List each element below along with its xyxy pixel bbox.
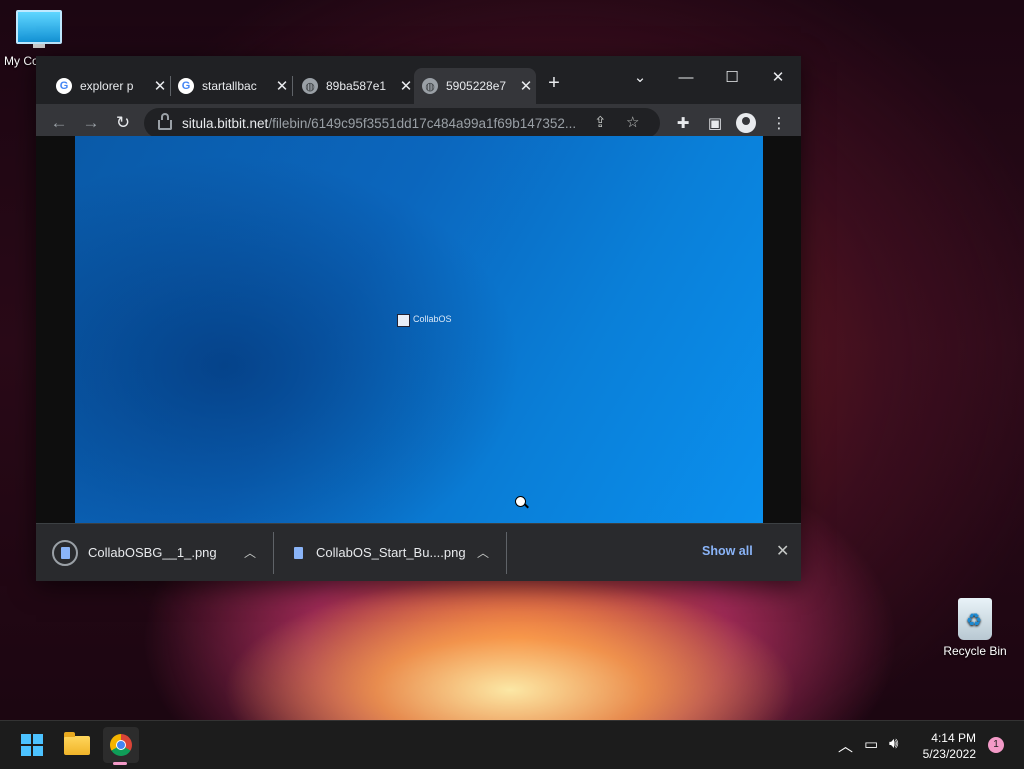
volume-icon[interactable]: 🔊︎ xyxy=(889,735,898,752)
download-item[interactable]: CollabOS_Start_Bu....png xyxy=(290,524,466,581)
url-host: situla.bitbit.net xyxy=(182,115,269,131)
reload-button[interactable]: ↻ xyxy=(110,110,136,136)
maximize-button[interactable]: ☐ xyxy=(709,62,755,92)
desktop-icon-label: Recycle Bin xyxy=(943,644,1007,658)
chevron-up-icon[interactable]: ︿ xyxy=(477,544,489,561)
tab-title: 89ba587e1 xyxy=(326,79,387,93)
tab-separator xyxy=(292,76,293,96)
lock-icon[interactable] xyxy=(158,113,172,130)
tab-startallback[interactable]: G startallbac ✕ xyxy=(170,68,292,104)
zoom-in-cursor-icon xyxy=(515,496,526,507)
recycle-bin-icon: ♻ xyxy=(958,598,992,640)
tab-5905228e7[interactable]: ◍ 5905228e7 ✕ xyxy=(414,68,536,104)
google-icon: G xyxy=(56,78,72,94)
google-icon: G xyxy=(178,78,194,94)
chevron-up-icon[interactable]: ︿ xyxy=(244,544,256,561)
close-icon[interactable]: ✕ xyxy=(776,541,789,561)
start-button[interactable] xyxy=(14,727,50,763)
extensions-icon[interactable]: ✚ xyxy=(672,112,694,134)
tab-close-icon[interactable]: ✕ xyxy=(396,77,416,95)
chrome-icon xyxy=(110,734,132,756)
page-viewport: CollabOS xyxy=(36,136,801,523)
tab-close-icon[interactable]: ✕ xyxy=(272,77,292,95)
start-icon xyxy=(21,734,43,756)
download-filename: CollabOSBG__1_.png xyxy=(88,545,217,560)
file-icon xyxy=(290,542,306,564)
download-filename: CollabOS_Start_Bu....png xyxy=(316,545,466,560)
tab-close-icon[interactable]: ✕ xyxy=(150,77,170,95)
active-app-indicator xyxy=(113,762,127,765)
tab-strip: G explorer p ✕ G startallbac ✕ ◍ 89ba587… xyxy=(36,56,801,104)
divider xyxy=(273,532,274,574)
close-button[interactable]: ✕ xyxy=(755,62,801,92)
tab-search-button[interactable]: ⌄ xyxy=(617,62,663,92)
tab-explorer[interactable]: G explorer p ✕ xyxy=(48,68,170,104)
side-panel-icon[interactable]: ▣ xyxy=(704,112,726,134)
file-icon xyxy=(52,539,78,566)
collabos-icon xyxy=(397,314,410,327)
file-explorer-button[interactable] xyxy=(59,727,95,763)
file-explorer-icon xyxy=(64,731,90,755)
downloads-bar: CollabOSBG__1_.png ︿ CollabOS_Start_Bu..… xyxy=(36,523,801,581)
time: 4:14 PM xyxy=(931,731,976,745)
minimize-button[interactable]: — xyxy=(663,62,709,92)
clock[interactable]: 4:14 PM 5/23/2022 xyxy=(914,730,976,762)
url-path: /filebin/6149c95f3551dd17c484a99a1f69b14… xyxy=(268,115,577,131)
date: 5/23/2022 xyxy=(922,747,976,761)
forward-button[interactable]: → xyxy=(78,110,104,136)
divider xyxy=(506,532,507,574)
tab-close-icon[interactable]: ✕ xyxy=(516,77,536,95)
taskbar: ︿ ▭ 🔊︎ 4:14 PM 5/23/2022 1 xyxy=(0,720,1024,769)
download-item[interactable]: CollabOSBG__1_.png xyxy=(52,524,217,581)
tab-89ba587e1[interactable]: ◍ 89ba587e1 ✕ xyxy=(294,68,416,104)
desktop-icon-recycle-bin[interactable]: ♻ Recycle Bin xyxy=(940,598,1010,658)
menu-kebab-icon[interactable]: ⋮ xyxy=(768,112,790,134)
browser-window: G explorer p ✕ G startallbac ✕ ◍ 89ba587… xyxy=(36,56,801,581)
tab-title: explorer p xyxy=(80,79,134,93)
back-button[interactable]: ← xyxy=(46,110,72,136)
share-icon[interactable]: ⇪ xyxy=(594,113,607,131)
show-all-button[interactable]: Show all xyxy=(702,544,753,558)
collabos-label: CollabOS xyxy=(413,314,452,324)
viewed-image[interactable]: CollabOS xyxy=(75,136,763,523)
bookmark-star-icon[interactable]: ☆ xyxy=(626,113,639,131)
tab-title: startallbac xyxy=(202,79,257,93)
chrome-taskbar-button[interactable] xyxy=(103,727,139,763)
address-bar[interactable]: situla.bitbit.net /filebin/6149c95f3551d… xyxy=(144,108,660,138)
network-icon[interactable]: ▭ xyxy=(864,735,878,753)
chevron-up-icon[interactable]: ︿ xyxy=(838,735,853,756)
notification-badge[interactable]: 1 xyxy=(988,737,1004,753)
profile-avatar-icon[interactable] xyxy=(736,113,756,133)
new-tab-button[interactable]: + xyxy=(542,72,566,95)
globe-icon: ◍ xyxy=(302,78,318,94)
monitor-icon xyxy=(16,10,62,48)
tab-title: 5905228e7 xyxy=(446,79,507,93)
globe-icon: ◍ xyxy=(422,78,438,94)
